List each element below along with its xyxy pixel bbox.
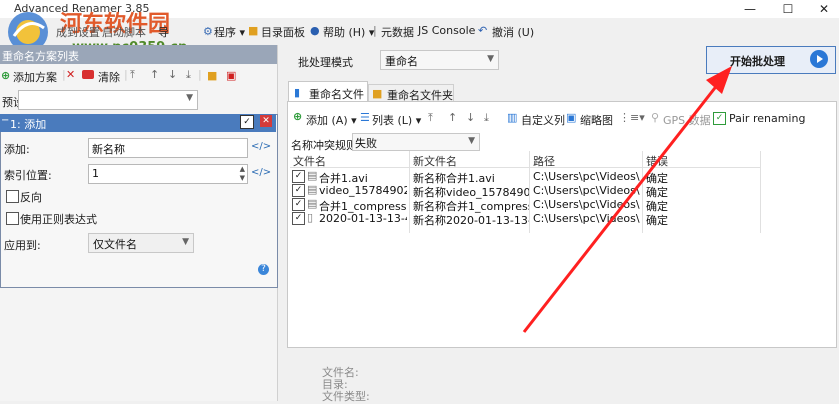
annotation-arrow-icon <box>522 66 732 333</box>
